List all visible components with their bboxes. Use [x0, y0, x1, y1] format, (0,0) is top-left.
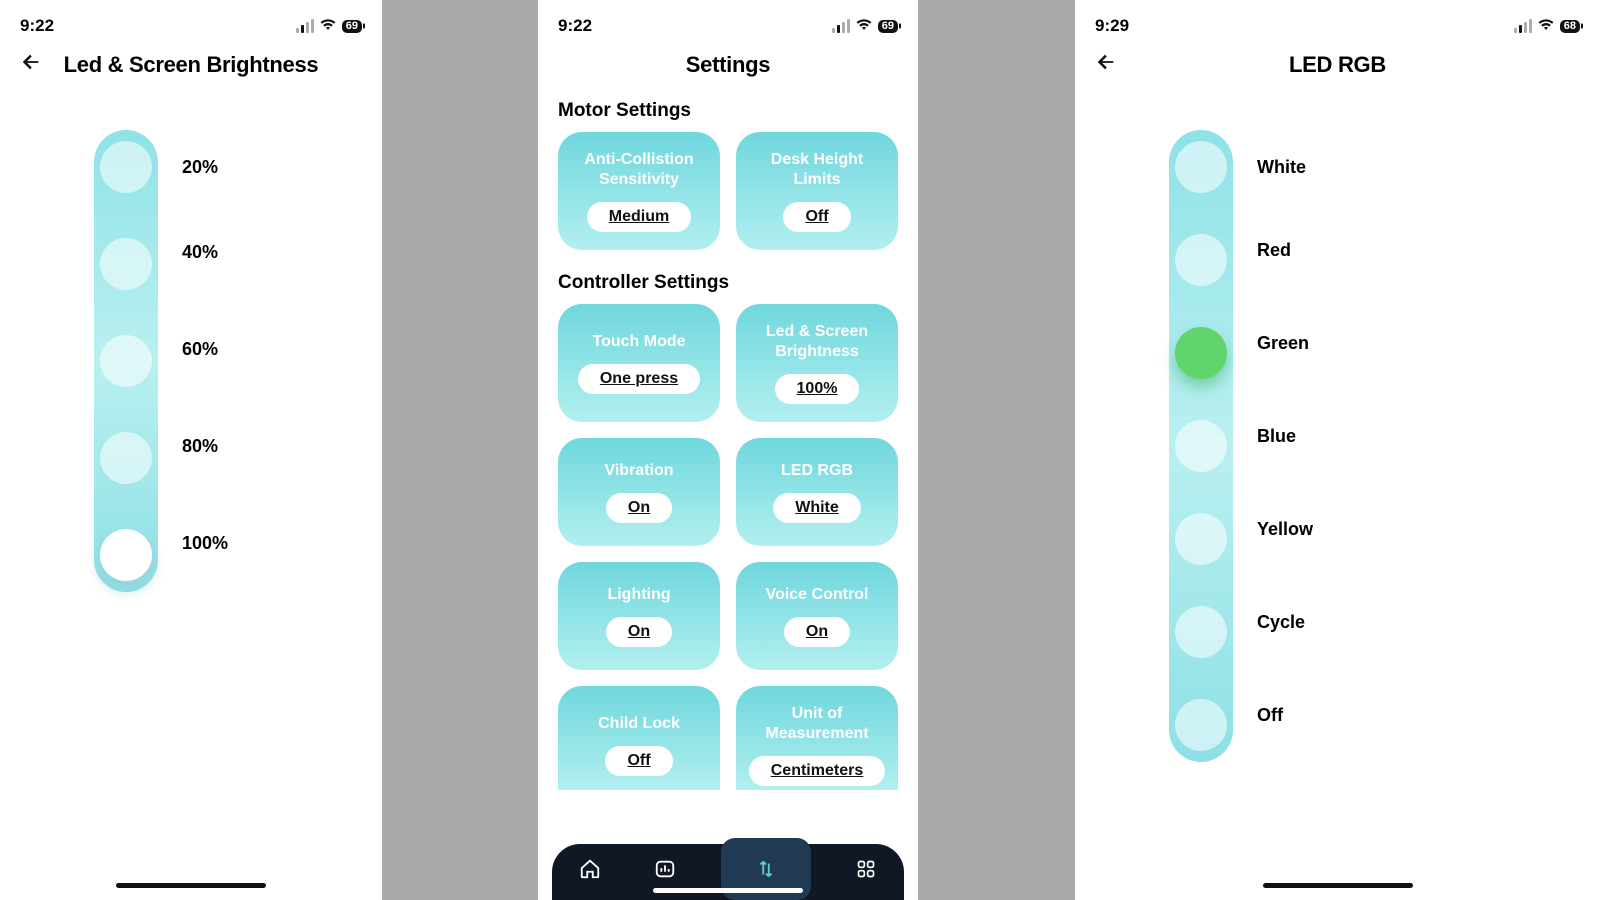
rgb-label: Cycle — [1257, 576, 1313, 669]
brightness-option-60[interactable] — [100, 335, 152, 387]
home-indicator[interactable] — [653, 888, 803, 893]
brightness-label: 80% — [182, 398, 228, 495]
clock: 9:22 — [558, 16, 592, 36]
rgb-label: Off — [1257, 669, 1313, 762]
card-lighting[interactable]: Lighting On — [558, 562, 720, 670]
card-value-button[interactable]: On — [606, 617, 672, 647]
card-value-button[interactable]: Centimeters — [749, 756, 885, 786]
card-title: Anti-Collistion Sensitivity — [568, 150, 710, 190]
rgb-label: Blue — [1257, 390, 1313, 483]
cellular-icon — [832, 19, 850, 33]
card-title: Vibration — [604, 461, 673, 481]
status-bar: 9:22 69 — [538, 0, 918, 44]
option-track — [1169, 130, 1233, 762]
card-title: Lighting — [607, 585, 670, 605]
card-desk-height-limits[interactable]: Desk Height Limits Off — [736, 132, 898, 250]
page-header: LED RGB — [1075, 44, 1600, 94]
card-value-button[interactable]: Off — [605, 746, 672, 776]
card-voice-control[interactable]: Voice Control On — [736, 562, 898, 670]
tab-apps[interactable] — [846, 859, 886, 885]
rgb-option-white[interactable] — [1175, 141, 1227, 193]
screenshot-led-rgb: 9:29 68 LED RGB White Red Green — [1075, 0, 1600, 900]
page-title: LED RGB — [1289, 52, 1386, 78]
card-value-button[interactable]: Off — [783, 202, 850, 232]
battery-icon: 69 — [878, 20, 898, 33]
option-track — [94, 130, 158, 592]
status-bar: 9:29 68 — [1075, 0, 1600, 44]
tab-stats[interactable] — [645, 858, 685, 886]
motor-settings-grid: Anti-Collistion Sensitivity Medium Desk … — [538, 132, 918, 266]
home-indicator[interactable] — [1263, 883, 1413, 888]
rgb-option-green[interactable] — [1175, 327, 1227, 379]
card-value-button[interactable]: On — [606, 493, 672, 523]
card-value-button[interactable]: 100% — [775, 374, 860, 404]
card-value-button[interactable]: Medium — [587, 202, 691, 232]
card-touch-mode[interactable]: Touch Mode One press — [558, 304, 720, 422]
rgb-options: White Red Green Blue Yellow Cycle Off — [1075, 130, 1600, 762]
home-indicator[interactable] — [116, 883, 266, 888]
card-brightness[interactable]: Led & Screen Brightness 100% — [736, 304, 898, 422]
rgb-option-red[interactable] — [1175, 234, 1227, 286]
card-title: Desk Height Limits — [746, 150, 888, 190]
rgb-option-yellow[interactable] — [1175, 513, 1227, 565]
rgb-label: White — [1257, 130, 1313, 204]
battery-icon: 69 — [342, 20, 362, 33]
bottom-tab-bar — [552, 844, 904, 900]
page-header: Led & Screen Brightness — [0, 44, 382, 94]
screenshot-settings: 9:22 69 Settings Motor Settings Anti-Col… — [538, 0, 918, 900]
wifi-icon — [856, 18, 872, 34]
card-value-button[interactable]: White — [773, 493, 861, 523]
brightness-label: 100% — [182, 495, 228, 592]
card-child-lock[interactable]: Child Lock Off — [558, 686, 720, 790]
rgb-label: Red — [1257, 204, 1313, 297]
brightness-option-100[interactable] — [100, 529, 152, 581]
card-vibration[interactable]: Vibration On — [558, 438, 720, 546]
page-header: Settings — [538, 44, 918, 94]
card-title: Child Lock — [598, 714, 680, 734]
brightness-label: 60% — [182, 301, 228, 398]
wifi-icon — [320, 18, 336, 34]
tab-home[interactable] — [570, 858, 610, 886]
brightness-option-20[interactable] — [100, 141, 152, 193]
status-bar: 9:22 69 — [0, 0, 382, 44]
controller-settings-grid: Touch Mode One press Led & Screen Bright… — [538, 304, 918, 806]
brightness-option-40[interactable] — [100, 238, 152, 290]
rgb-option-cycle[interactable] — [1175, 606, 1227, 658]
battery-icon: 68 — [1560, 20, 1580, 33]
cellular-icon — [296, 19, 314, 33]
card-value-button[interactable]: One press — [578, 364, 700, 394]
brightness-label: 40% — [182, 204, 228, 301]
brightness-option-80[interactable] — [100, 432, 152, 484]
cellular-icon — [1514, 19, 1532, 33]
rgb-label: Yellow — [1257, 483, 1313, 576]
card-title: Led & Screen Brightness — [746, 322, 888, 362]
card-title: Voice Control — [766, 585, 869, 605]
back-arrow-icon[interactable] — [20, 51, 42, 79]
card-title: LED RGB — [781, 461, 853, 481]
brightness-label: 20% — [182, 130, 228, 204]
clock: 9:22 — [20, 16, 54, 36]
rgb-label: Green — [1257, 297, 1313, 390]
rgb-option-blue[interactable] — [1175, 420, 1227, 472]
back-arrow-icon[interactable] — [1095, 51, 1117, 79]
card-title: Unit of Measurement — [746, 704, 888, 744]
page-title: Settings — [686, 52, 770, 78]
brightness-options: 20% 40% 60% 80% 100% — [0, 130, 382, 592]
section-controller-title: Controller Settings — [538, 266, 918, 304]
screenshot-brightness: 9:22 69 Led & Screen Brightness 20% 40% … — [0, 0, 382, 900]
section-motor-title: Motor Settings — [538, 94, 918, 132]
card-value-button[interactable]: On — [784, 617, 850, 647]
card-led-rgb[interactable]: LED RGB White — [736, 438, 898, 546]
card-unit-of-measurement[interactable]: Unit of Measurement Centimeters — [736, 686, 898, 790]
rgb-option-off[interactable] — [1175, 699, 1227, 751]
clock: 9:29 — [1095, 16, 1129, 36]
card-title: Touch Mode — [592, 332, 685, 352]
wifi-icon — [1538, 18, 1554, 34]
card-anti-collision[interactable]: Anti-Collistion Sensitivity Medium — [558, 132, 720, 250]
page-title: Led & Screen Brightness — [64, 52, 319, 78]
